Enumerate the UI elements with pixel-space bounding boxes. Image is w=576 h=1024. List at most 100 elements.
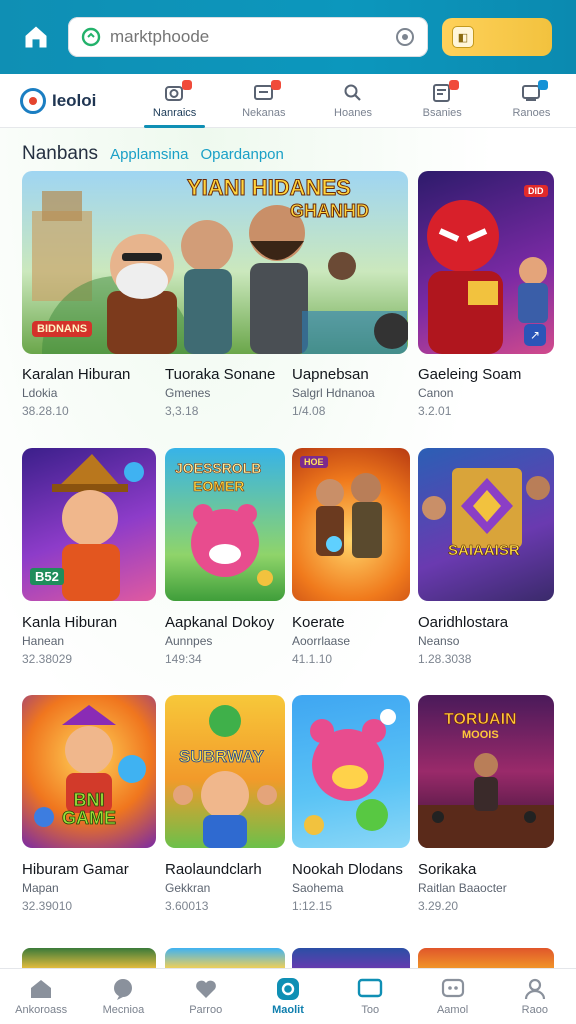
app-thumbnail-peek[interactable]: [292, 948, 410, 970]
app-thumbnail: SUBRWAY: [165, 695, 285, 848]
nav-label: Ankoroass: [15, 1004, 68, 1016]
store-icon: [80, 26, 102, 48]
notification-badge: [538, 79, 549, 90]
filter-chip-0[interactable]: Applamsina: [110, 146, 188, 163]
tab-label: Ranoes: [512, 106, 551, 119]
app-subtitle: Aoorrlaase: [292, 634, 351, 648]
tab-4[interactable]: Ranoes: [487, 74, 576, 128]
app-art-subtitle: EOMER: [193, 478, 245, 495]
brand[interactable]: Ieoloi: [0, 87, 130, 114]
app-art-badge: B52: [30, 568, 64, 585]
bottom-navigation: Ankoroass Mecnioa Parroo Maolit Too Aamo…: [0, 968, 576, 1024]
app-thumbnail-peek[interactable]: [418, 948, 554, 970]
app-art-title: TORUAIN: [444, 711, 517, 729]
app-subtitle: Salgrl Hdnanoa: [292, 386, 375, 400]
nav-item-5[interactable]: Aamol: [411, 969, 493, 1024]
section-title: Nanbans: [22, 143, 99, 164]
app-thumbnail: B52: [22, 448, 156, 601]
app-subtitle: Hanean: [22, 634, 65, 648]
app-card-4[interactable]: B52 Kanla Hiburan Hanean 32.38029: [22, 448, 156, 670]
app-card-6[interactable]: HOE Koerate Aoorrlaase 41.1.10: [292, 448, 410, 670]
app-subtitle: Saohema: [292, 881, 344, 895]
section-header: Nanbans Applamsina Opardanpon: [22, 143, 284, 165]
app-card-1[interactable]: Tuoraka Sonane Gmenes 3,3.18: [165, 366, 285, 422]
app-subtitle: Canon: [418, 386, 454, 400]
app-thumbnail-peek[interactable]: [165, 948, 285, 970]
app-art-title: SAIAAISR: [448, 542, 520, 560]
app-subtitle: Ldokia: [22, 386, 58, 400]
home-button[interactable]: [18, 19, 54, 55]
app-card-7[interactable]: SAIAAISR Oaridhlostara Neanso 1.28.3038: [418, 448, 554, 670]
app-card-2[interactable]: Uapnebsan Salgrl Hdnanoa 1/4.08: [292, 366, 412, 422]
app-card-11[interactable]: TORUAIN MOOIS Sorikaka Raitlan Baaocter …: [418, 695, 554, 917]
search-bar[interactable]: [68, 17, 428, 57]
search-input[interactable]: [110, 27, 394, 47]
wallet-button[interactable]: ◧: [442, 18, 552, 56]
voice-search-icon[interactable]: [394, 26, 416, 48]
app-meta: 1.28.3038: [418, 652, 472, 666]
camera-icon: [164, 79, 192, 103]
nav-label: Mecnioa: [102, 1004, 145, 1016]
nav-item-2[interactable]: Parroo: [165, 969, 247, 1024]
tab-3[interactable]: Bsanies: [398, 74, 487, 128]
app-card-8[interactable]: BNI GAME Hiburam Gamar Mapan 32.39010: [22, 695, 156, 917]
tab-1[interactable]: Nekanas: [219, 74, 308, 128]
app-title: Kanla Hiburan: [22, 614, 118, 631]
app-thumbnail: HOE: [292, 448, 410, 601]
app-card-3[interactable]: DID ↗ Gaeleing Soam Canon 3.2.01: [418, 171, 554, 421]
app-art-title: JOESSROLB: [175, 460, 262, 477]
tab-0[interactable]: Nanraics: [130, 74, 219, 128]
notification-badge: [181, 79, 192, 90]
top-bar: ◧: [0, 0, 576, 74]
app-meta: 3.29.20: [418, 899, 459, 913]
tab-label: Hoanes: [334, 106, 372, 119]
filter-chip-1[interactable]: Opardanpon: [200, 146, 283, 163]
nav-item-0[interactable]: Ankoroass: [0, 969, 82, 1024]
download-icon: [520, 79, 549, 103]
app-subtitle: Gmenes: [165, 386, 211, 400]
app-meta: 3,3.18: [165, 404, 199, 418]
nav-item-3[interactable]: Maolit: [247, 969, 329, 1024]
app-art-subtitle: MOOIS: [462, 729, 499, 741]
app-meta: 32.39010: [22, 899, 73, 913]
app-card-5[interactable]: JOESSROLB EOMER Aapkanal Dokoy Aunnpes 1…: [165, 448, 285, 670]
app-thumbnail-peek[interactable]: [22, 948, 156, 970]
wallet-icon: ◧: [452, 26, 474, 48]
app-title: Karalan Hiburan: [22, 366, 131, 383]
nav-item-6[interactable]: Raoo: [494, 969, 576, 1024]
brand-name: Ieoloi: [52, 90, 97, 110]
nav-label: Raoo: [521, 1004, 548, 1016]
app-subtitle: Neanso: [418, 634, 460, 648]
app-thumbnail: SAIAAISR: [418, 448, 554, 601]
app-art-subtitle: GHANHD: [290, 201, 370, 222]
app-title: Gaeleing Soam: [418, 366, 522, 383]
app-title: Uapnebsan: [292, 366, 369, 383]
app-subtitle: Raitlan Baaocter: [418, 881, 507, 895]
app-card-10[interactable]: Nookah Dlodans Saohema 1:12.15: [292, 695, 410, 917]
tab-2[interactable]: Hoanes: [308, 74, 397, 128]
app-thumbnail: TORUAIN MOOIS: [418, 695, 554, 848]
app-title: Hiburam Gamar: [22, 861, 129, 878]
app-thumbnail: [292, 695, 410, 848]
brand-logo-icon: [20, 87, 46, 114]
chat-icon: [114, 979, 133, 1000]
app-thumbnail: YIANI HIDANES GHANHD BIDNANS: [22, 171, 408, 354]
tv-icon: [358, 978, 383, 998]
tab-label: Bsanies: [422, 106, 462, 119]
game-icon: [441, 978, 464, 998]
nav-label: Too: [361, 1004, 380, 1016]
share-icon[interactable]: ↗: [524, 324, 546, 346]
app-thumbnail: JOESSROLB EOMER: [165, 448, 285, 601]
app-title: Koerate: [292, 614, 345, 631]
app-title: Aapkanal Dokoy: [165, 614, 275, 631]
nav-item-4[interactable]: Too: [329, 969, 411, 1024]
notification-badge: [270, 79, 281, 90]
app-meta: 149:34: [165, 652, 202, 666]
nav-label: Aamol: [436, 1004, 469, 1016]
app-art-badge: BIDNANS: [32, 321, 93, 337]
app-card-9[interactable]: SUBRWAY Raolaundclarh Gekkran 3.60013: [165, 695, 285, 917]
app-title: Raolaundclarh: [165, 861, 262, 878]
app-title: Oaridhlostara: [418, 614, 509, 631]
app-title: Tuoraka Sonane: [165, 366, 276, 383]
nav-item-1[interactable]: Mecnioa: [82, 969, 164, 1024]
